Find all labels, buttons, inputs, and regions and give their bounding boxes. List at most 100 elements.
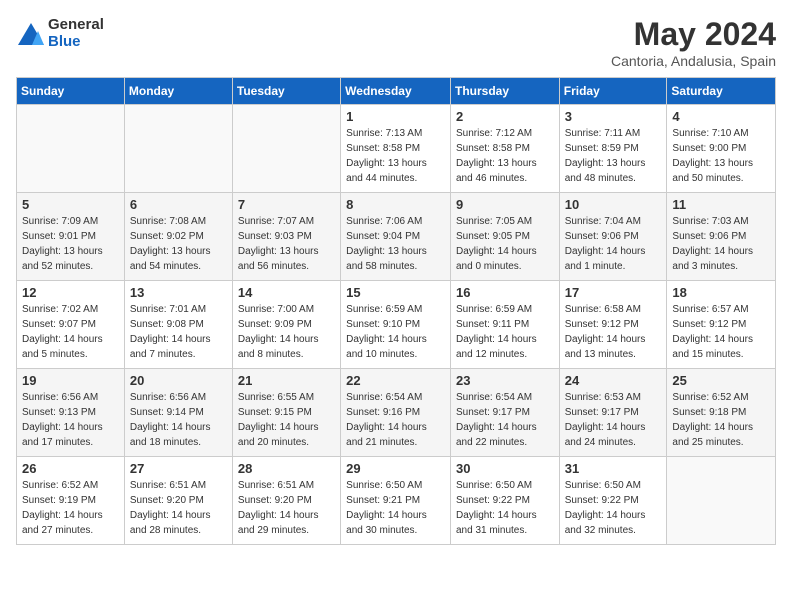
day-number: 9 — [456, 197, 554, 212]
day-info: Sunrise: 6:50 AM Sunset: 9:22 PM Dayligh… — [456, 478, 554, 538]
day-number: 23 — [456, 373, 554, 388]
day-info: Sunrise: 7:02 AM Sunset: 9:07 PM Dayligh… — [22, 302, 119, 362]
day-info: Sunrise: 6:51 AM Sunset: 9:20 PM Dayligh… — [238, 478, 335, 538]
calendar-body: 1Sunrise: 7:13 AM Sunset: 8:58 PM Daylig… — [17, 105, 776, 545]
day-number: 22 — [346, 373, 445, 388]
day-info: Sunrise: 6:53 AM Sunset: 9:17 PM Dayligh… — [565, 390, 662, 450]
weekday-header-cell: Friday — [559, 78, 667, 105]
calendar-table: SundayMondayTuesdayWednesdayThursdayFrid… — [16, 77, 776, 545]
day-number: 11 — [672, 197, 770, 212]
day-number: 28 — [238, 461, 335, 476]
day-number: 20 — [130, 373, 227, 388]
calendar-row: 26 Sunrise: 6:52 AM Sunset: 9:19 PM Dayli… — [17, 457, 776, 545]
calendar-cell: 2 Sunrise: 7:12 AM Sunset: 8:58 PM Daylig… — [450, 105, 559, 193]
calendar-cell: 11Sunrise: 7:03 AM Sunset: 9:06 PM Dayli… — [667, 193, 776, 281]
calendar-cell: 14 Sunrise: 7:00 AM Sunset: 9:09 PM Dayli… — [232, 281, 340, 369]
calendar-cell: 27 Sunrise: 6:51 AM Sunset: 9:20 PM Dayli… — [124, 457, 232, 545]
day-number: 14 — [238, 285, 335, 300]
weekday-header-cell: Saturday — [667, 78, 776, 105]
day-number: 1 — [346, 109, 445, 124]
day-info: Sunrise: 7:08 AM Sunset: 9:02 PM Dayligh… — [130, 214, 227, 274]
day-info: Sunrise: 7:06 AM Sunset: 9:04 PM Dayligh… — [346, 214, 445, 274]
calendar-cell: 28 Sunrise: 6:51 AM Sunset: 9:20 PM Dayli… — [232, 457, 340, 545]
day-number: 19 — [22, 373, 119, 388]
weekday-header-cell: Monday — [124, 78, 232, 105]
day-number: 31 — [565, 461, 662, 476]
calendar-row: 1Sunrise: 7:13 AM Sunset: 8:58 PM Daylig… — [17, 105, 776, 193]
calendar-cell: 10 Sunrise: 7:04 AM Sunset: 9:06 PM Dayli… — [559, 193, 667, 281]
day-number: 27 — [130, 461, 227, 476]
calendar-cell: 19 Sunrise: 6:56 AM Sunset: 9:13 PM Dayli… — [17, 369, 125, 457]
calendar-cell: 15Sunrise: 6:59 AM Sunset: 9:10 PM Dayli… — [341, 281, 451, 369]
calendar-row: 12Sunrise: 7:02 AM Sunset: 9:07 PM Dayli… — [17, 281, 776, 369]
day-info: Sunrise: 6:50 AM Sunset: 9:21 PM Dayligh… — [346, 478, 445, 538]
calendar-cell: 22 Sunrise: 6:54 AM Sunset: 9:16 PM Dayli… — [341, 369, 451, 457]
day-number: 15 — [346, 285, 445, 300]
day-info: Sunrise: 6:50 AM Sunset: 9:22 PM Dayligh… — [565, 478, 662, 538]
calendar-cell: 30Sunrise: 6:50 AM Sunset: 9:22 PM Dayli… — [450, 457, 559, 545]
day-info: Sunrise: 6:58 AM Sunset: 9:12 PM Dayligh… — [565, 302, 662, 362]
weekday-header-cell: Tuesday — [232, 78, 340, 105]
logo-text: General Blue — [48, 16, 104, 50]
day-number: 6 — [130, 197, 227, 212]
calendar-cell — [232, 105, 340, 193]
day-info: Sunrise: 7:09 AM Sunset: 9:01 PM Dayligh… — [22, 214, 119, 274]
day-info: Sunrise: 6:56 AM Sunset: 9:13 PM Dayligh… — [22, 390, 119, 450]
calendar-cell: 20Sunrise: 6:56 AM Sunset: 9:14 PM Dayli… — [124, 369, 232, 457]
day-number: 29 — [346, 461, 445, 476]
day-number: 17 — [565, 285, 662, 300]
calendar-cell — [667, 457, 776, 545]
day-number: 7 — [238, 197, 335, 212]
day-number: 16 — [456, 285, 554, 300]
calendar-row: 5 Sunrise: 7:09 AM Sunset: 9:01 PM Daylig… — [17, 193, 776, 281]
day-info: Sunrise: 7:01 AM Sunset: 9:08 PM Dayligh… — [130, 302, 227, 362]
logo-icon — [16, 21, 44, 45]
month-title: May 2024 — [611, 16, 776, 53]
day-info: Sunrise: 6:59 AM Sunset: 9:11 PM Dayligh… — [456, 302, 554, 362]
day-info: Sunrise: 7:11 AM Sunset: 8:59 PM Dayligh… — [565, 126, 662, 186]
day-number: 3 — [565, 109, 662, 124]
calendar-cell: 24 Sunrise: 6:53 AM Sunset: 9:17 PM Dayli… — [559, 369, 667, 457]
day-info: Sunrise: 7:04 AM Sunset: 9:06 PM Dayligh… — [565, 214, 662, 274]
day-info: Sunrise: 6:51 AM Sunset: 9:20 PM Dayligh… — [130, 478, 227, 538]
day-info: Sunrise: 6:54 AM Sunset: 9:16 PM Dayligh… — [346, 390, 445, 450]
day-number: 24 — [565, 373, 662, 388]
day-info: Sunrise: 7:05 AM Sunset: 9:05 PM Dayligh… — [456, 214, 554, 274]
calendar-cell: 21Sunrise: 6:55 AM Sunset: 9:15 PM Dayli… — [232, 369, 340, 457]
day-number: 25 — [672, 373, 770, 388]
day-info: Sunrise: 6:52 AM Sunset: 9:19 PM Dayligh… — [22, 478, 119, 538]
calendar-cell: 6 Sunrise: 7:08 AM Sunset: 9:02 PM Daylig… — [124, 193, 232, 281]
weekday-header-row: SundayMondayTuesdayWednesdayThursdayFrid… — [17, 78, 776, 105]
calendar-cell: 18 Sunrise: 6:57 AM Sunset: 9:12 PM Dayli… — [667, 281, 776, 369]
day-info: Sunrise: 6:54 AM Sunset: 9:17 PM Dayligh… — [456, 390, 554, 450]
day-number: 13 — [130, 285, 227, 300]
calendar-cell: 13 Sunrise: 7:01 AM Sunset: 9:08 PM Dayli… — [124, 281, 232, 369]
title-area: May 2024 Cantoria, Andalusia, Spain — [611, 16, 776, 69]
calendar-cell: 9 Sunrise: 7:05 AM Sunset: 9:05 PM Daylig… — [450, 193, 559, 281]
day-number: 10 — [565, 197, 662, 212]
location-subtitle: Cantoria, Andalusia, Spain — [611, 53, 776, 69]
calendar-cell: 12Sunrise: 7:02 AM Sunset: 9:07 PM Dayli… — [17, 281, 125, 369]
calendar-cell: 3 Sunrise: 7:11 AM Sunset: 8:59 PM Daylig… — [559, 105, 667, 193]
calendar-cell: 4Sunrise: 7:10 AM Sunset: 9:00 PM Daylig… — [667, 105, 776, 193]
day-number: 5 — [22, 197, 119, 212]
calendar-cell: 23 Sunrise: 6:54 AM Sunset: 9:17 PM Dayli… — [450, 369, 559, 457]
calendar-cell: 1Sunrise: 7:13 AM Sunset: 8:58 PM Daylig… — [341, 105, 451, 193]
page-header: General Blue May 2024 Cantoria, Andalusi… — [16, 16, 776, 69]
calendar-cell: 25 Sunrise: 6:52 AM Sunset: 9:18 PM Dayli… — [667, 369, 776, 457]
calendar-cell: 5 Sunrise: 7:09 AM Sunset: 9:01 PM Daylig… — [17, 193, 125, 281]
day-number: 26 — [22, 461, 119, 476]
day-number: 4 — [672, 109, 770, 124]
calendar-cell: 26 Sunrise: 6:52 AM Sunset: 9:19 PM Dayli… — [17, 457, 125, 545]
day-number: 21 — [238, 373, 335, 388]
day-number: 2 — [456, 109, 554, 124]
day-info: Sunrise: 6:52 AM Sunset: 9:18 PM Dayligh… — [672, 390, 770, 450]
weekday-header-cell: Sunday — [17, 78, 125, 105]
calendar-cell: 16 Sunrise: 6:59 AM Sunset: 9:11 PM Dayli… — [450, 281, 559, 369]
day-info: Sunrise: 7:00 AM Sunset: 9:09 PM Dayligh… — [238, 302, 335, 362]
day-info: Sunrise: 7:12 AM Sunset: 8:58 PM Dayligh… — [456, 126, 554, 186]
day-info: Sunrise: 6:57 AM Sunset: 9:12 PM Dayligh… — [672, 302, 770, 362]
day-number: 18 — [672, 285, 770, 300]
calendar-row: 19 Sunrise: 6:56 AM Sunset: 9:13 PM Dayli… — [17, 369, 776, 457]
calendar-cell: 8Sunrise: 7:06 AM Sunset: 9:04 PM Daylig… — [341, 193, 451, 281]
